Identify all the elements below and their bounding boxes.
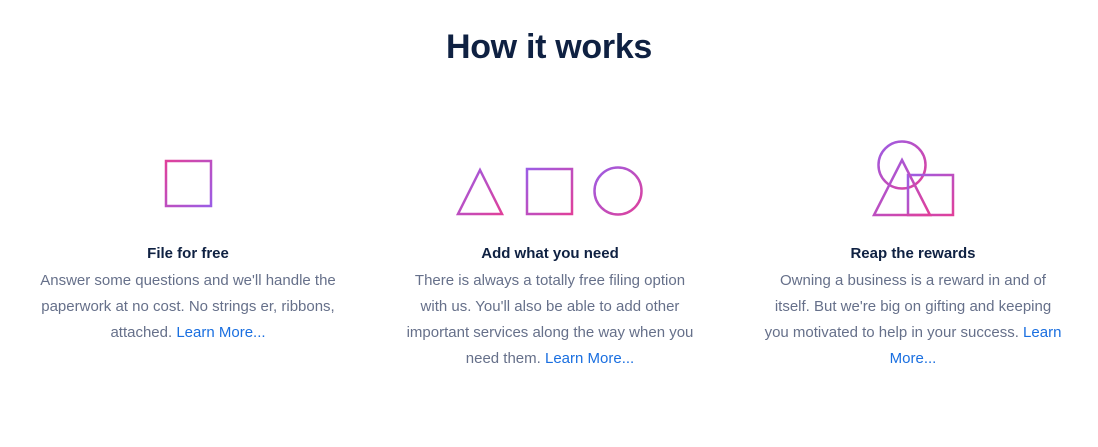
feature-title: Reap the rewards: [850, 245, 976, 262]
section-title: How it works: [445, 28, 653, 66]
triangle-square-circle-icon: [400, 130, 700, 220]
feature-file-for-free: File for free Answer some questions and …: [38, 130, 338, 346]
stacked-shapes-icon: [763, 130, 1063, 220]
how-it-works-section: How it works File for free Answer some q…: [0, 0, 1098, 447]
square-icon: [38, 130, 338, 220]
learn-more-link[interactable]: Learn More...: [545, 350, 634, 367]
feature-description: Owning a business is a reward in and of …: [764, 272, 1062, 367]
feature-description: Answer some questions and we'll handle t…: [40, 272, 336, 341]
feature-add-what-you-need: Add what you need There is always a tota…: [400, 130, 700, 372]
feature-reap-the-rewards: Reap the rewards Owning a business is a …: [763, 130, 1063, 372]
feature-title: Add what you need: [481, 245, 619, 262]
learn-more-link[interactable]: Learn More...: [176, 324, 265, 341]
feature-title: File for free: [147, 245, 229, 262]
feature-description: There is always a totally free filing op…: [406, 272, 694, 367]
